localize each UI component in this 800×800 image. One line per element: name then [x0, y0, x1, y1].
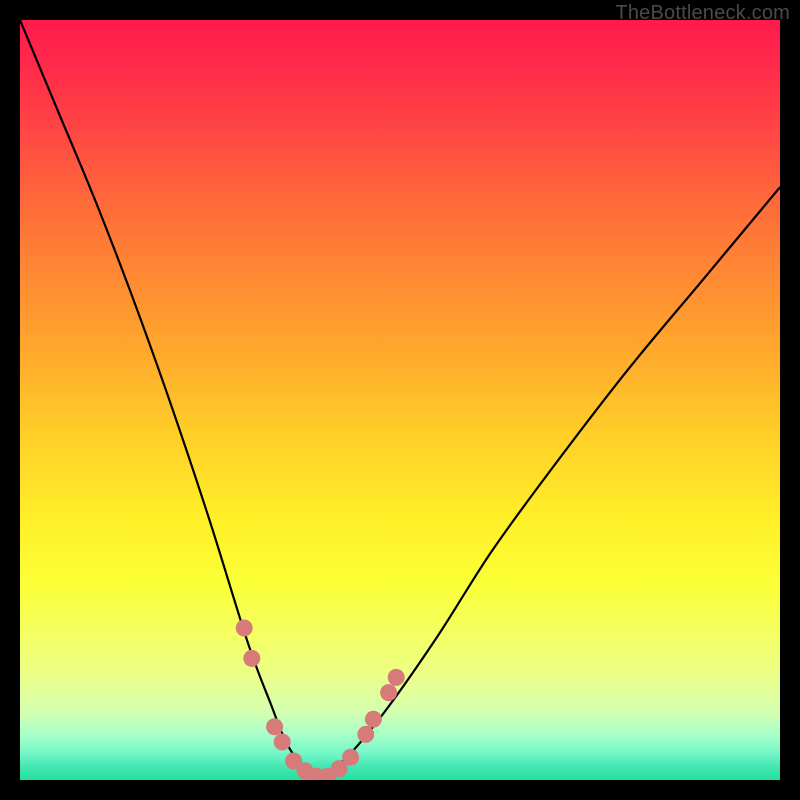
curve-markers [236, 620, 405, 781]
curve-marker [357, 726, 374, 743]
watermark-text: TheBottleneck.com [615, 2, 790, 25]
plot-area [20, 20, 780, 780]
curve-marker [236, 620, 253, 637]
curve-marker [365, 711, 382, 728]
curve-marker [342, 749, 359, 766]
curve-marker [380, 684, 397, 701]
curve-marker [266, 718, 283, 735]
bottleneck-curve-path [20, 20, 780, 780]
curve-marker [243, 650, 260, 667]
curve-marker [388, 669, 405, 686]
chart-frame: TheBottleneck.com [0, 0, 800, 800]
curve-marker [274, 734, 291, 751]
bottleneck-curve-svg [20, 20, 780, 780]
